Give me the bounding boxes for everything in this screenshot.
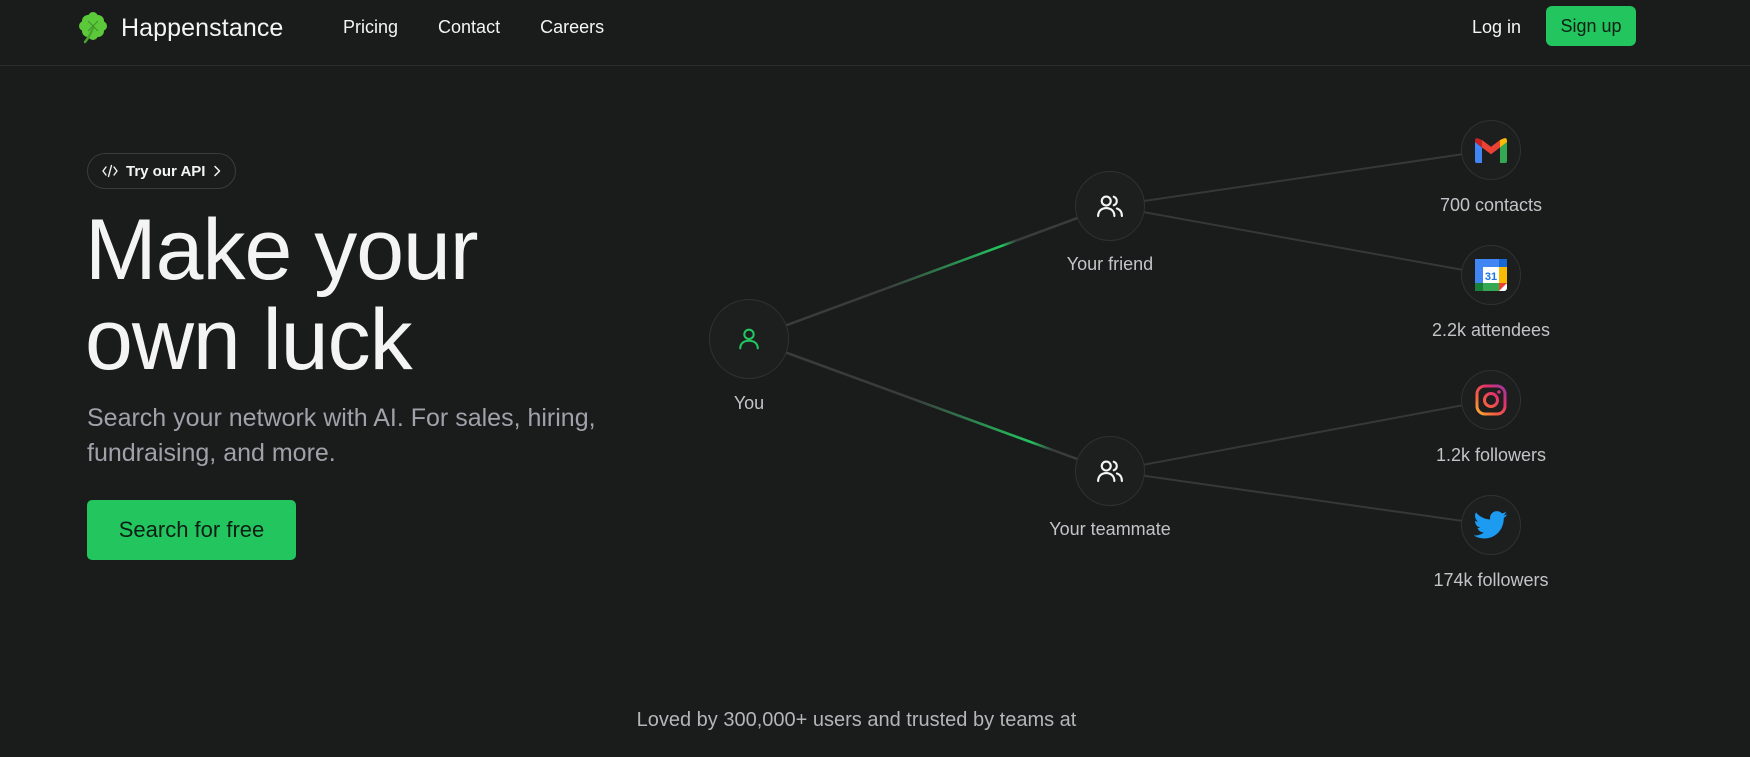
signup-button[interactable]: Sign up: [1546, 6, 1636, 46]
twitter-followers-label: 174k followers: [1433, 570, 1549, 590]
node-friend: [1075, 171, 1145, 241]
google-calendar-icon: 31: [1475, 259, 1507, 291]
code-icon: [102, 164, 118, 178]
social-proof-text: Loved by 300,000+ users and trusted by t…: [636, 709, 1077, 731]
users-icon: [1097, 195, 1123, 218]
calendar-day-text: 31: [1485, 271, 1497, 283]
node-you: [709, 299, 789, 379]
edge-you-teammate: [748, 337, 1111, 473]
node-instagram: [1461, 370, 1521, 430]
calendar-attendees-label: 2.2k attendees: [1431, 320, 1551, 340]
nav-link-careers[interactable]: Careers: [540, 17, 604, 38]
brand-home-link[interactable]: Happenstance: [75, 8, 283, 48]
node-calendar: 31: [1461, 245, 1521, 305]
node-gmail: [1461, 120, 1521, 180]
hero-title: Make your own luck: [85, 205, 478, 385]
instagram-icon: [1475, 384, 1507, 416]
brand-name: Happenstance: [121, 13, 284, 42]
instagram-followers-label: 1.2k followers: [1435, 445, 1547, 465]
node-twitter: [1461, 495, 1521, 555]
node-teammate: [1075, 436, 1145, 506]
users-icon: [1097, 460, 1123, 483]
try-api-pill[interactable]: Try our API: [87, 153, 237, 189]
search-for-free-button[interactable]: Search for free: [87, 500, 296, 560]
twitter-icon: [1474, 511, 1508, 539]
edge-teammate-twitter: [1109, 470, 1492, 526]
nav-link-pricing[interactable]: Pricing: [343, 17, 398, 38]
edge-friend-calendar: [1109, 205, 1492, 276]
nav-links: Pricing Contact Careers: [343, 17, 604, 38]
edge-friend-gmail: [1109, 149, 1492, 207]
edge-you-friend: [748, 204, 1111, 341]
gmail-icon: [1475, 138, 1507, 163]
hero-title-line-1: Make your: [85, 202, 478, 298]
user-icon: [739, 328, 759, 350]
hero-title-line-2: own luck: [85, 292, 413, 388]
node-teammate-label: Your teammate: [1049, 519, 1171, 539]
node-friend-label: Your friend: [1066, 254, 1154, 274]
edge-teammate-instagram: [1109, 399, 1492, 472]
top-nav: Happenstance Pricing Contact Careers Log…: [0, 0, 1750, 66]
clover-logo-icon: [79, 12, 107, 44]
hero-subtitle: Search your network with AI. For sales, …: [87, 404, 596, 467]
login-link[interactable]: Log in: [1472, 17, 1521, 38]
page: Happenstance Pricing Contact Careers Log…: [0, 0, 1750, 757]
gmail-contacts-label: 700 contacts: [1439, 195, 1543, 215]
nav-link-contact[interactable]: Contact: [438, 17, 500, 38]
chevron-right-icon: [214, 165, 221, 177]
node-you-label: You: [733, 393, 765, 413]
try-api-label: Try our API: [126, 162, 206, 180]
